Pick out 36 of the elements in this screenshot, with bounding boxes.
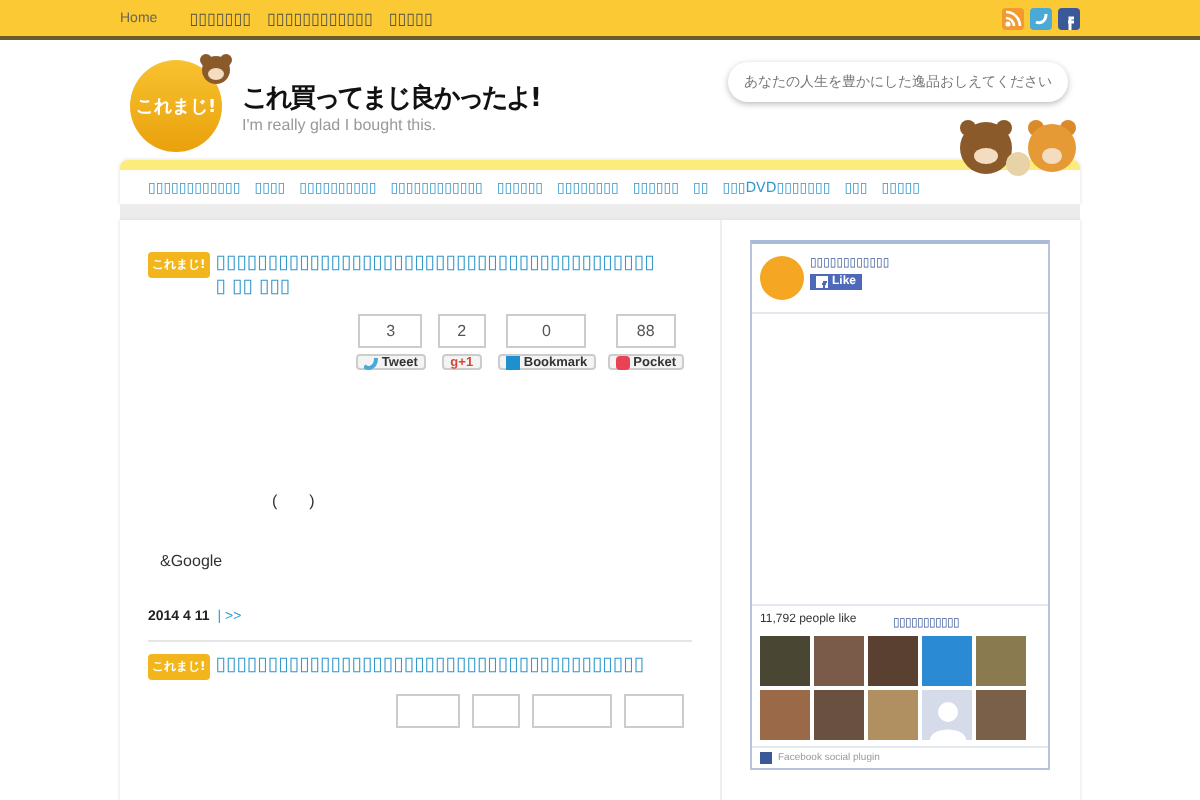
photo-placeholder (976, 636, 1026, 686)
logo-badge[interactable]: これまじ! (130, 60, 222, 152)
bookmark-icon (505, 355, 520, 369)
top-link[interactable]: ▯▯▯▯▯▯▯▯▯▯▯▯ (267, 9, 373, 27)
photo-placeholder (760, 690, 810, 740)
pocket-icon (615, 355, 630, 369)
person-silhouette-icon (929, 700, 965, 740)
share-count (624, 694, 684, 728)
facebook-icon (760, 752, 772, 764)
share-count: 0 (506, 314, 587, 348)
post-title-link[interactable]: ▯▯▯▯▯▯▯▯▯▯▯▯▯▯▯▯▯▯▯▯▯▯▯▯▯▯▯▯▯▯▯▯▯▯▯▯▯▯▯▯▯▯▯ ▯▯ ▯▯▯ (215, 252, 656, 300)
photo-placeholder (922, 636, 972, 686)
post-text: &Google (160, 552, 225, 570)
share-count: 2 (437, 314, 486, 348)
page-logo (760, 256, 804, 300)
share-count (532, 694, 612, 728)
photo-placeholder (814, 690, 864, 740)
photo-placeholder (760, 636, 810, 686)
facebook-icon[interactable] (1058, 7, 1080, 29)
photo-placeholder (976, 690, 1026, 740)
share-count (472, 694, 520, 728)
share-count: 3 (358, 314, 423, 348)
post-text: ( ) (272, 490, 317, 512)
facebook-icon (816, 276, 828, 288)
share-count: 88 (615, 314, 676, 348)
photo-placeholder (868, 636, 918, 686)
top-link[interactable]: ▯▯▯▯▯ (388, 9, 433, 27)
share-count (396, 694, 460, 728)
photo-placeholder (814, 636, 864, 686)
site-tagline: I'm really glad I bought this. (242, 115, 439, 133)
photo-placeholder (868, 690, 918, 740)
site-title[interactable]: これ買ってまじ良かったよ! (242, 79, 540, 115)
top-link[interactable]: ▯▯▯▯▯▯▯ (189, 9, 252, 27)
post-title-link[interactable]: ▯▯▯▯▯▯▯▯▯▯▯▯▯▯▯▯▯▯▯▯▯▯▯▯▯▯▯▯▯▯▯▯▯▯▯▯▯▯▯▯▯ (215, 654, 656, 678)
rss-icon[interactable] (1002, 7, 1024, 29)
bear-icon (198, 52, 234, 84)
